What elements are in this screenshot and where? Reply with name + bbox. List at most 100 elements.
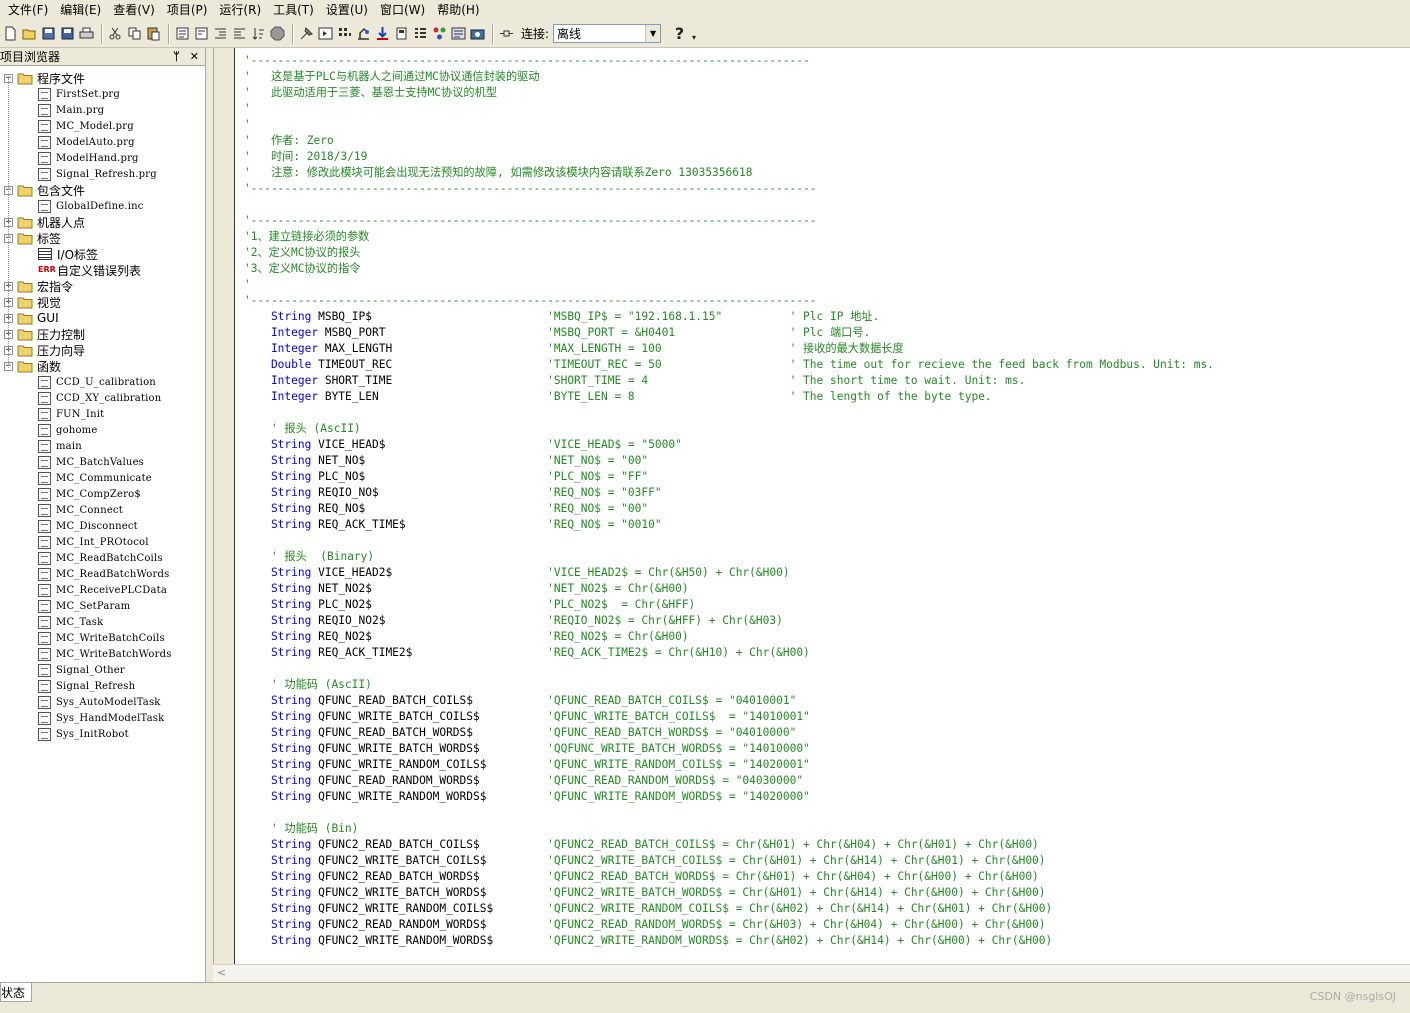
code-identifier: QFUNC2_WRITE_RANDOM_WORDS$: [311, 934, 548, 947]
tree-item[interactable]: gohome: [0, 422, 205, 438]
download-icon[interactable]: [374, 25, 391, 43]
tree-folder[interactable]: − 包含文件: [0, 182, 205, 198]
code-line: Integer MSBQ_PORT 'MSBQ_PORT = &H0401 ' …: [244, 325, 1214, 341]
menu-item[interactable]: 设置(U): [320, 0, 374, 20]
scroll-left-arrow[interactable]: <: [217, 966, 226, 979]
copy-icon[interactable]: [126, 25, 143, 43]
code-comment: 'NET_NO$ = "00": [547, 454, 649, 467]
paste-icon[interactable]: [145, 25, 162, 43]
variables-icon[interactable]: [412, 25, 429, 43]
menu-item[interactable]: 文件(F): [2, 0, 54, 20]
menu-item[interactable]: 工具(T): [267, 0, 320, 20]
uncomment-icon[interactable]: [193, 25, 210, 43]
code-comment: 'MSBQ_PORT = &H0401 ' Plc 端口号.: [547, 326, 871, 339]
tree-item[interactable]: CCD_U_calibration: [0, 374, 205, 390]
connection-select[interactable]: 离线 ▼: [553, 24, 662, 43]
tree-item[interactable]: MC_Connect: [0, 502, 205, 518]
save-all-icon[interactable]: [40, 25, 57, 43]
horizontal-scrollbar[interactable]: <: [213, 964, 1410, 982]
io-monitor-icon[interactable]: [393, 25, 410, 43]
tree-item[interactable]: CCD_XY_calibration: [0, 390, 205, 406]
menu-item[interactable]: 运行(R): [213, 0, 267, 20]
tree-item[interactable]: MC_BatchValues: [0, 454, 205, 470]
run-window-icon[interactable]: [317, 25, 334, 43]
chevron-down-icon[interactable]: ▼: [645, 25, 661, 42]
tree-item[interactable]: Signal_Refresh: [0, 678, 205, 694]
simulator-icon[interactable]: [450, 25, 467, 43]
tree-item[interactable]: main: [0, 438, 205, 454]
indent-icon[interactable]: [212, 25, 229, 43]
tree-item[interactable]: MC_ReadBatchCoils: [0, 550, 205, 566]
tree-item[interactable]: Sys_HandModelTask: [0, 710, 205, 726]
outdent-icon[interactable]: [231, 25, 248, 43]
new-file-icon[interactable]: [2, 25, 19, 43]
tree-item[interactable]: GlobalDefine.inc: [0, 198, 205, 214]
print-icon[interactable]: [78, 25, 95, 43]
points-icon[interactable]: [336, 25, 353, 43]
tree-item[interactable]: Signal_Other: [0, 662, 205, 678]
code-keyword: String: [244, 598, 312, 611]
menu-item[interactable]: 编辑(E): [54, 0, 107, 20]
program-file-icon: [38, 167, 51, 181]
save-icon[interactable]: [59, 25, 76, 43]
close-icon[interactable]: ✕: [190, 50, 199, 63]
menu-item[interactable]: 窗口(W): [374, 0, 431, 20]
status-tab[interactable]: 状态: [0, 983, 33, 1002]
tree-item[interactable]: ModelAuto.prg: [0, 134, 205, 150]
tree-folder[interactable]: + 机器人点: [0, 214, 205, 230]
tree-folder[interactable]: + 视觉: [0, 294, 205, 310]
tree-item[interactable]: MC_WriteBatchCoils: [0, 630, 205, 646]
build-icon[interactable]: [298, 25, 315, 43]
tree-folder[interactable]: − 程序文件: [0, 70, 205, 86]
tree-item[interactable]: ERR 自定义错误列表: [0, 262, 205, 278]
tree-item[interactable]: MC_Int_PROtocol: [0, 534, 205, 550]
tree-item[interactable]: MC_ReceivePLCData: [0, 582, 205, 598]
program-file-icon: [38, 407, 51, 421]
tree-item[interactable]: ModelHand.prg: [0, 150, 205, 166]
code-editor[interactable]: '---------------------------------------…: [213, 48, 1410, 964]
menu-item[interactable]: 查看(V): [107, 0, 161, 20]
code-line: ' 功能码 (AscII): [244, 677, 1214, 693]
code-line: String QFUNC2_WRITE_RANDOM_WORDS$ 'QFUNC…: [244, 933, 1214, 949]
menu-item[interactable]: 帮助(H): [431, 0, 485, 20]
tree-item[interactable]: MC_SetParam: [0, 598, 205, 614]
camera-icon[interactable]: [469, 25, 486, 43]
tree-item[interactable]: I/O标签: [0, 246, 205, 262]
tree-item[interactable]: MC_ReadBatchWords: [0, 566, 205, 582]
tree-item[interactable]: Sys_InitRobot: [0, 726, 205, 742]
open-folder-icon[interactable]: [21, 25, 38, 43]
tree-folder[interactable]: − 标签: [0, 230, 205, 246]
tree-folder[interactable]: + 宏指令: [0, 278, 205, 294]
help-icon[interactable]: ?: [671, 24, 688, 43]
tree-item[interactable]: Sys_AutoModelTask: [0, 694, 205, 710]
toolbar-overflow-icon[interactable]: ▾: [690, 29, 698, 47]
program-file-icon: [38, 551, 51, 565]
connect-icon[interactable]: [498, 25, 515, 43]
menu-item[interactable]: 项目(P): [161, 0, 214, 20]
tree-item[interactable]: MC_Task: [0, 614, 205, 630]
code-identifier: REQ_ACK_TIME$: [311, 518, 548, 531]
tree-folder[interactable]: − 函数: [0, 358, 205, 374]
tree-item[interactable]: MC_Disconnect: [0, 518, 205, 534]
tree-item[interactable]: FirstSet.prg: [0, 86, 205, 102]
tree-folder[interactable]: + 压力向导: [0, 342, 205, 358]
tree-item[interactable]: MC_Communicate: [0, 470, 205, 486]
stop-icon[interactable]: [269, 25, 286, 43]
task-manager-icon[interactable]: [431, 25, 448, 43]
code-identifier: QFUNC_WRITE_BATCH_WORDS$: [311, 742, 548, 755]
tree-item[interactable]: FUN_Init: [0, 406, 205, 422]
code-identifier: NET_NO$: [311, 454, 548, 467]
code-content[interactable]: '---------------------------------------…: [244, 53, 1214, 949]
pin-icon[interactable]: ᛘ: [173, 50, 180, 63]
robot-manager-icon[interactable]: [355, 25, 372, 43]
tree-item[interactable]: MC_WriteBatchWords: [0, 646, 205, 662]
tree-item[interactable]: Main.prg: [0, 102, 205, 118]
tree-item[interactable]: MC_CompZero$: [0, 486, 205, 502]
tree-folder[interactable]: + GUI: [0, 310, 205, 326]
sort-icon[interactable]: [250, 25, 267, 43]
tree-item[interactable]: Signal_Refresh.prg: [0, 166, 205, 182]
tree-folder[interactable]: + 压力控制: [0, 326, 205, 342]
block-comment-icon[interactable]: [174, 25, 191, 43]
tree-item[interactable]: MC_Model.prg: [0, 118, 205, 134]
cut-icon[interactable]: [107, 25, 124, 43]
